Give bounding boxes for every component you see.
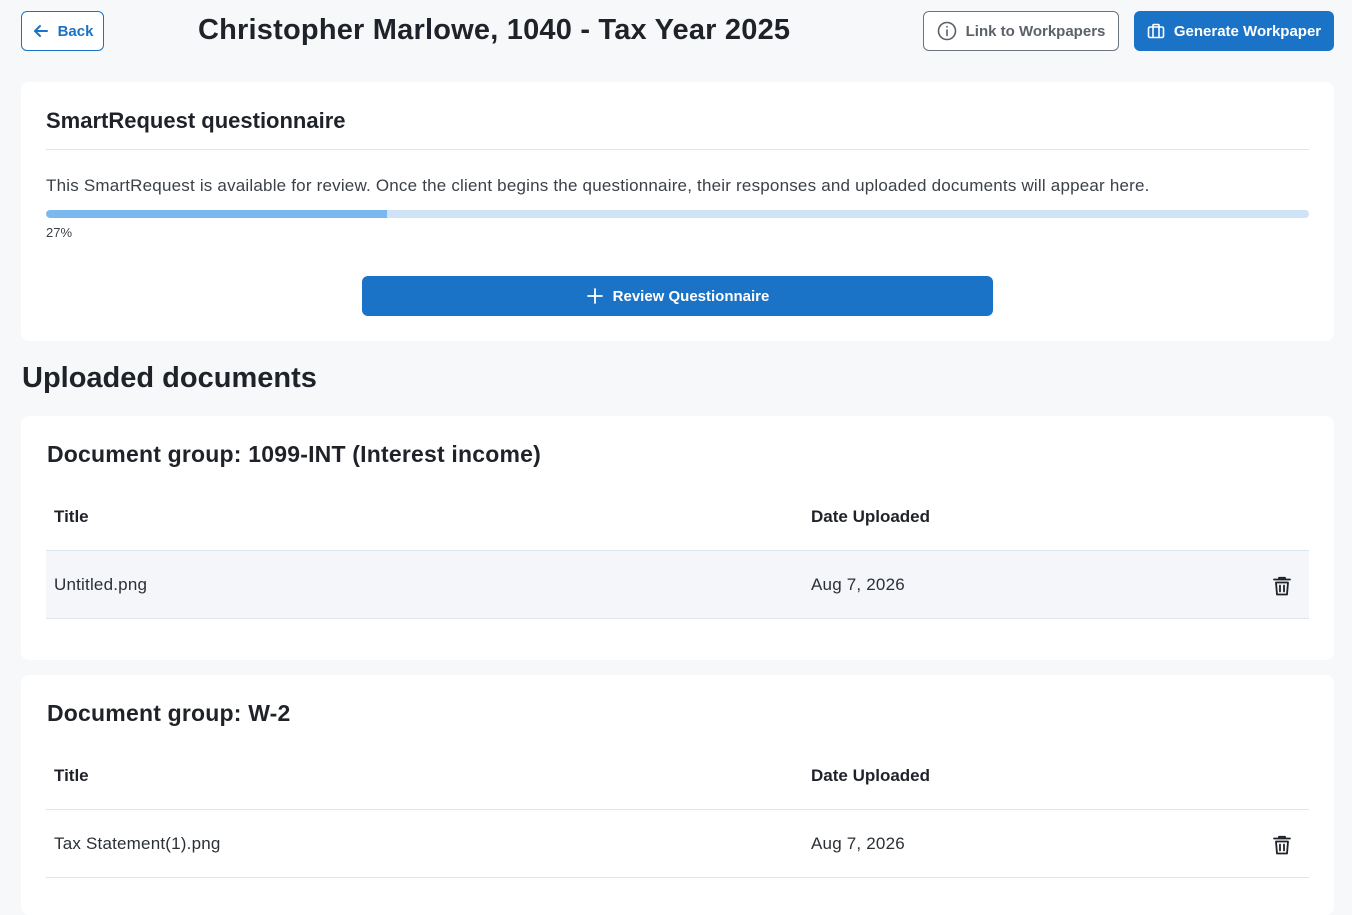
document-group-title: Document group: W-2 [47, 700, 291, 726]
document-group-card: Document group: 1099-INT (Interest incom… [21, 416, 1334, 660]
arrow-left-icon [32, 22, 50, 40]
delete-document-button[interactable] [1269, 573, 1295, 599]
divider [46, 149, 1309, 150]
smartrequest-title: SmartRequest questionnaire [46, 108, 346, 133]
progress-percent-label: 27% [46, 225, 73, 240]
document-date-uploaded: Aug 7, 2026 [811, 834, 905, 853]
progress-bar [46, 210, 1309, 218]
document-date-uploaded: Aug 7, 2026 [811, 575, 905, 594]
back-button-label: Back [57, 22, 94, 40]
link-to-workpapers-button[interactable]: Link to Workpapers [923, 11, 1119, 51]
column-header-date-uploaded: Date Uploaded [811, 766, 931, 785]
page-title: Christopher Marlowe, 1040 - Tax Year 202… [198, 14, 791, 46]
uploaded-documents-heading: Uploaded documents [22, 362, 317, 394]
progress-bar-fill [46, 210, 387, 218]
smartrequest-card: SmartRequest questionnaire This SmartReq… [21, 82, 1334, 341]
table-row[interactable]: Tax Statement(1).png Aug 7, 2026 [46, 810, 1309, 878]
page-header: Back Christopher Marlowe, 1040 - Tax Yea… [0, 0, 1352, 64]
table-header-row: Title Date Uploaded [46, 494, 1309, 551]
info-circle-icon [937, 21, 957, 41]
document-title: Untitled.png [54, 575, 148, 594]
document-group-card: Document group: W-2 Title Date Uploaded … [21, 675, 1334, 915]
trash-icon [1271, 834, 1293, 856]
briefcase-icon [1147, 22, 1165, 40]
back-button[interactable]: Back [21, 11, 104, 51]
delete-document-button[interactable] [1269, 832, 1295, 858]
link-to-workpapers-label: Link to Workpapers [965, 22, 1106, 40]
table-row[interactable]: Untitled.png Aug 7, 2026 [46, 551, 1309, 619]
plus-icon [586, 287, 604, 305]
smartrequest-description: This SmartRequest is available for revie… [46, 176, 1150, 195]
column-header-title: Title [54, 507, 89, 526]
column-header-date-uploaded: Date Uploaded [811, 507, 931, 526]
document-table: Title Date Uploaded Untitled.png Aug 7, … [46, 494, 1309, 619]
column-header-title: Title [54, 766, 89, 785]
generate-workpaper-button[interactable]: Generate Workpaper [1134, 11, 1334, 51]
review-questionnaire-label: Review Questionnaire [612, 287, 770, 305]
review-questionnaire-button[interactable]: Review Questionnaire [362, 276, 993, 316]
document-title: Tax Statement(1).png [54, 834, 221, 853]
document-table: Title Date Uploaded Tax Statement(1).png… [46, 753, 1309, 878]
document-group-title: Document group: 1099-INT (Interest incom… [47, 441, 542, 467]
trash-icon [1271, 575, 1293, 597]
table-header-row: Title Date Uploaded [46, 753, 1309, 810]
generate-workpaper-label: Generate Workpaper [1173, 22, 1322, 40]
